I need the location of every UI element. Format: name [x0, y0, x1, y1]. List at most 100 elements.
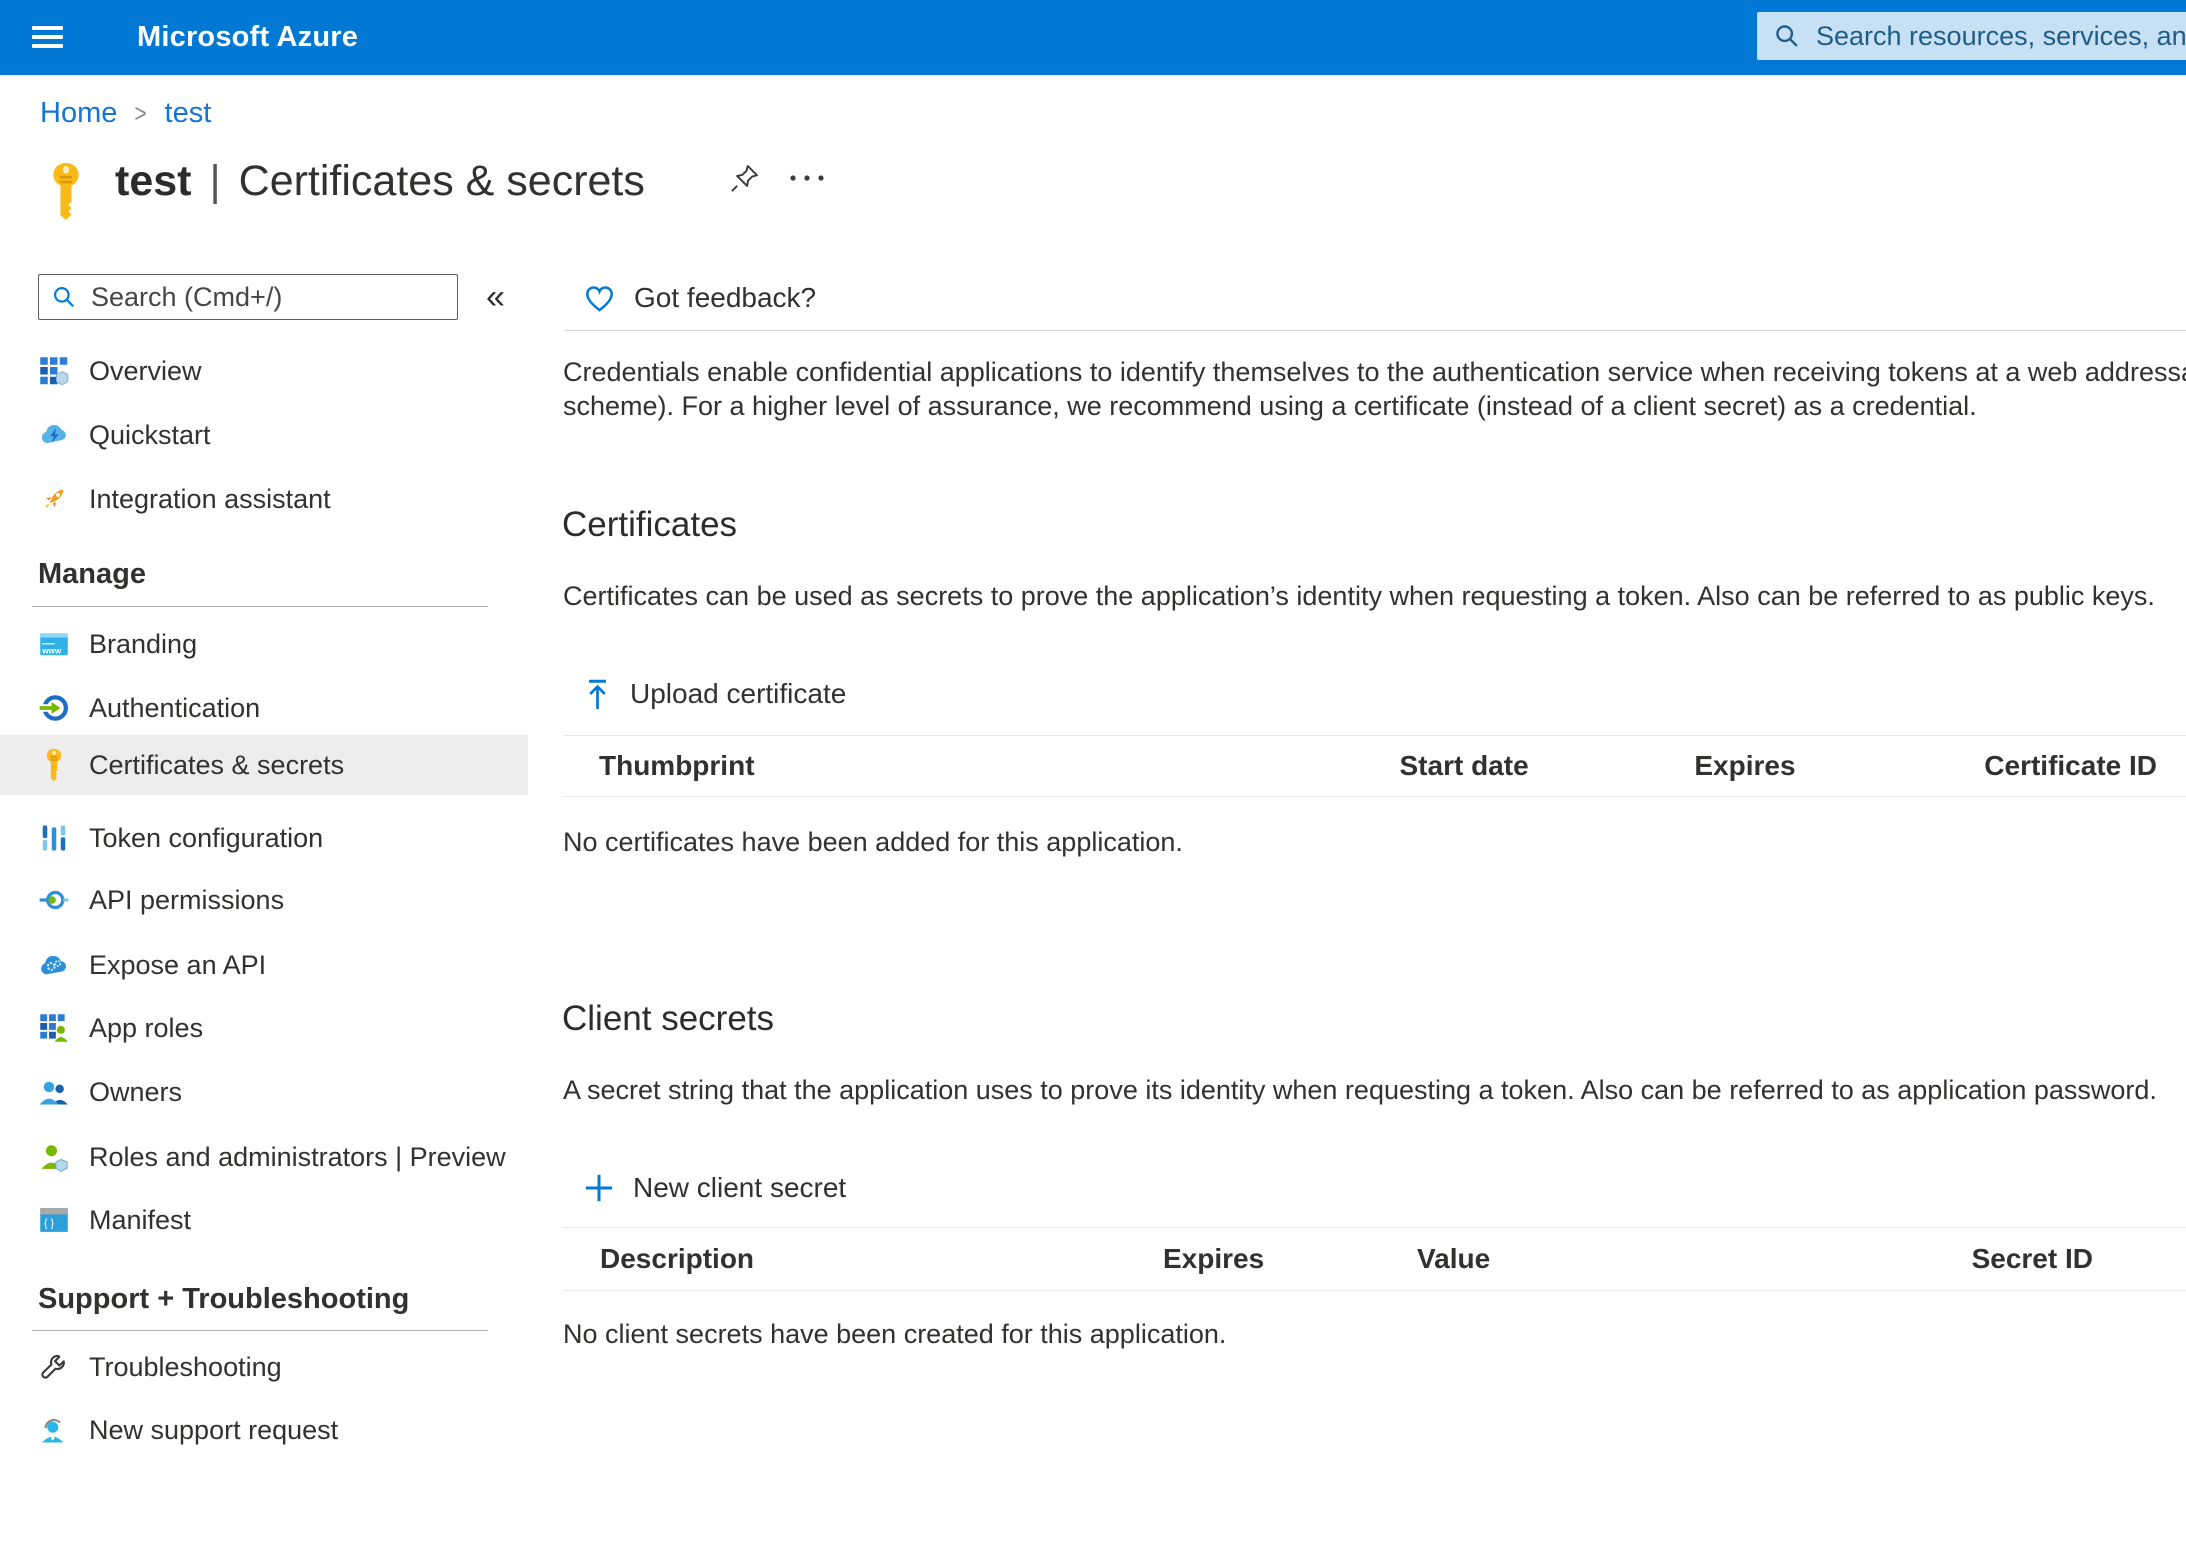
sidebar-item-owners[interactable]: Owners — [0, 1060, 528, 1124]
new-client-secret-button[interactable]: New client secret — [584, 1170, 846, 1206]
integration-assistant-icon — [38, 484, 69, 515]
certificates-description: Certificates can be used as secrets to p… — [563, 581, 2155, 612]
search-icon — [1773, 22, 1801, 50]
sidebar-item-label: App roles — [89, 1013, 203, 1044]
sidebar-item-label: Expose an API — [89, 950, 266, 981]
column-thumbprint: Thumbprint — [563, 750, 1400, 782]
sidebar-item-label: Roles and administrators | Preview — [89, 1142, 506, 1173]
sidebar-item-new-support-request[interactable]: New support request — [0, 1398, 528, 1462]
column-secret-id: Secret ID — [1717, 1243, 2186, 1275]
sidebar-search-input[interactable] — [89, 281, 457, 314]
breadcrumb-home-link[interactable]: Home — [40, 97, 117, 130]
overview-icon — [38, 356, 69, 387]
sidebar-divider — [32, 606, 488, 607]
troubleshooting-icon — [38, 1352, 69, 1383]
sidebar-section-support: Support + Troubleshooting — [38, 1283, 409, 1316]
new-client-secret-label: New client secret — [633, 1172, 846, 1204]
got-feedback-label: Got feedback? — [634, 282, 816, 314]
column-certificate-id: Certificate ID — [1984, 750, 2186, 782]
global-search-input[interactable] — [1814, 20, 2186, 53]
content-divider — [565, 330, 2186, 331]
sidebar-item-branding[interactable]: www Branding — [0, 612, 528, 676]
certificates-table-header: Thumbprint Start date Expires Certificat… — [563, 736, 2186, 797]
sidebar-item-label: Certificates & secrets — [89, 750, 344, 781]
got-feedback-button[interactable]: Got feedback? — [584, 281, 816, 315]
new-support-request-icon — [38, 1415, 69, 1446]
app-roles-icon — [38, 1013, 69, 1044]
search-icon — [51, 284, 77, 310]
pin-icon[interactable] — [729, 161, 761, 195]
sidebar-item-label: Owners — [89, 1077, 182, 1108]
sidebar-item-label: Quickstart — [89, 420, 211, 451]
upload-icon — [584, 678, 611, 711]
page-title-app-name: test — [115, 157, 191, 206]
column-expires: Expires — [1694, 750, 1984, 782]
intro-line-2: scheme). For a higher level of assurance… — [563, 389, 2186, 423]
column-value: Value — [1417, 1243, 1717, 1275]
sidebar-search-box[interactable] — [38, 274, 458, 320]
certificates-table: Thumbprint Start date Expires Certificat… — [563, 735, 2186, 797]
client-secrets-heading: Client secrets — [562, 999, 774, 1039]
certificates-empty-message: No certificates have been added for this… — [563, 827, 1183, 858]
heart-icon — [584, 284, 615, 313]
client-secrets-table: Description Expires Value Secret ID — [563, 1227, 2186, 1291]
sidebar-item-expose-an-api[interactable]: Expose an API — [0, 933, 528, 997]
token-configuration-icon — [38, 823, 69, 854]
sidebar-item-api-permissions[interactable]: API permissions — [0, 868, 528, 932]
sidebar-divider — [32, 1330, 488, 1331]
credentials-intro-text: Credentials enable confidential applicat… — [563, 355, 2186, 423]
sidebar-item-quickstart[interactable]: Quickstart — [0, 403, 528, 467]
collapse-sidebar-icon[interactable]: « — [486, 278, 505, 317]
authentication-icon — [38, 693, 69, 724]
sidebar-item-overview[interactable]: Overview — [0, 339, 528, 403]
sidebar-section-manage: Manage — [38, 558, 146, 591]
client-secrets-empty-message: No client secrets have been created for … — [563, 1319, 1226, 1350]
sidebar-item-certificates-secrets[interactable]: Certificates & secrets — [0, 735, 528, 795]
branding-icon: www — [38, 629, 69, 660]
breadcrumb-current-link[interactable]: test — [165, 97, 212, 130]
page-title: test | Certificates & secrets — [115, 150, 645, 212]
ellipsis-icon[interactable] — [788, 172, 828, 184]
sidebar-item-manifest[interactable]: { } Manifest — [0, 1188, 528, 1252]
intro-line-1: Credentials enable confidential applicat… — [563, 355, 2186, 389]
global-search-box[interactable] — [1757, 12, 2186, 60]
column-description: Description — [563, 1243, 1163, 1275]
sidebar-item-roles-and-administrators[interactable]: Roles and administrators | Preview — [0, 1125, 528, 1189]
breadcrumb-separator: > — [135, 98, 147, 129]
sidebar-item-integration-assistant[interactable]: Integration assistant — [0, 467, 528, 531]
svg-text:www: www — [41, 646, 62, 655]
column-expires: Expires — [1163, 1243, 1417, 1275]
owners-icon — [38, 1077, 69, 1108]
sidebar-item-label: Troubleshooting — [89, 1352, 282, 1383]
client-secrets-table-header: Description Expires Value Secret ID — [563, 1228, 2186, 1291]
key-icon — [38, 750, 69, 781]
plus-icon — [584, 1173, 614, 1203]
sidebar-item-label: Integration assistant — [89, 484, 331, 515]
sidebar-item-label: Token configuration — [89, 823, 323, 854]
azure-top-bar: Microsoft Azure — [0, 0, 2186, 75]
sidebar-item-troubleshooting[interactable]: Troubleshooting — [0, 1335, 528, 1399]
svg-text:{ }: { } — [44, 1217, 54, 1229]
sidebar-item-authentication[interactable]: Authentication — [0, 676, 528, 740]
page-title-section: Certificates & secrets — [239, 157, 645, 206]
key-icon — [47, 161, 85, 222]
sidebar-item-label: Authentication — [89, 693, 260, 724]
sidebar-item-token-configuration[interactable]: Token configuration — [0, 806, 528, 870]
sidebar-item-label: Manifest — [89, 1205, 191, 1236]
expose-api-icon — [38, 950, 69, 981]
sidebar-item-label: Overview — [89, 356, 202, 387]
quickstart-icon — [38, 420, 69, 451]
client-secrets-description: A secret string that the application use… — [563, 1075, 2157, 1106]
upload-certificate-button[interactable]: Upload certificate — [584, 676, 846, 712]
upload-certificate-label: Upload certificate — [630, 678, 846, 710]
brand-title: Microsoft Azure — [137, 0, 358, 75]
roles-administrators-icon — [38, 1142, 69, 1173]
column-start-date: Start date — [1400, 750, 1695, 782]
certificates-heading: Certificates — [562, 505, 737, 545]
sidebar-item-app-roles[interactable]: App roles — [0, 996, 528, 1060]
sidebar-item-label: New support request — [89, 1415, 338, 1446]
page-title-separator: | — [209, 157, 220, 206]
hamburger-menu-icon[interactable] — [32, 26, 63, 48]
sidebar-item-label: Branding — [89, 629, 197, 660]
breadcrumb: Home > test — [40, 97, 211, 130]
